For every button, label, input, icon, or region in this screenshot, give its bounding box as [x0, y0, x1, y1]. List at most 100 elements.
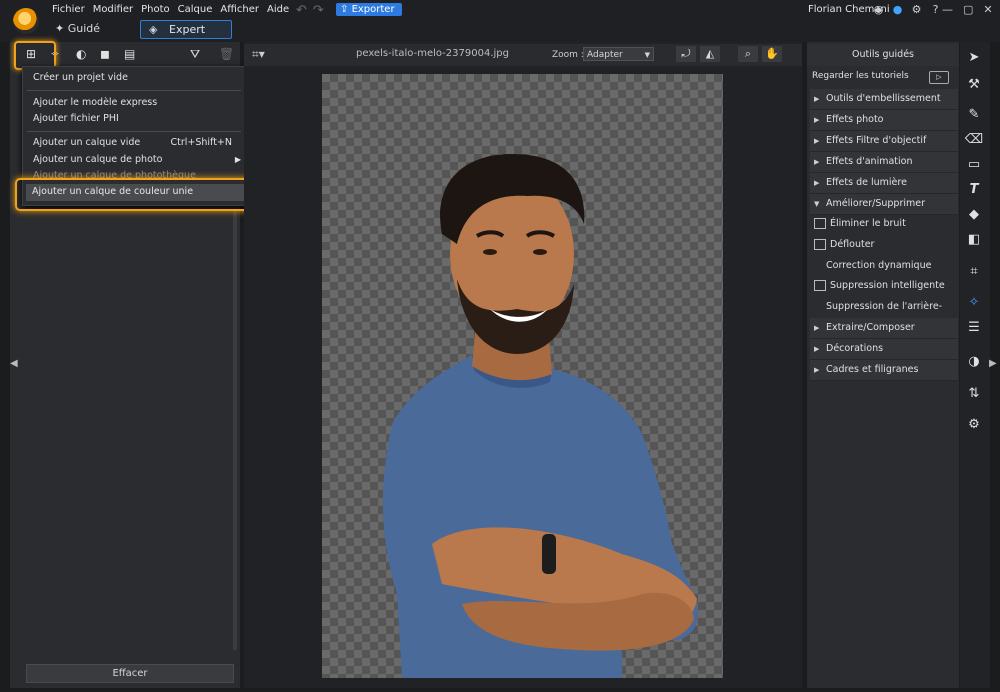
zoom-value: Adapter [587, 50, 623, 60]
menu-aide[interactable]: Aide [267, 4, 297, 15]
zoom-tool-icon[interactable]: ⌕ [738, 46, 758, 62]
gradient-icon[interactable]: ◧ [962, 230, 986, 250]
menu-bar: Fichier Modifier Photo Calque Afficher A… [52, 4, 297, 15]
menu-item-new-project[interactable]: Créer un projet vide [33, 72, 128, 83]
tool-denoise[interactable]: Éliminer le bruit [810, 214, 958, 234]
tool-dynamic-correction[interactable]: Correction dynamique [810, 256, 958, 276]
select-arrow-icon[interactable]: ➤ [962, 48, 986, 68]
photo-canvas[interactable] [322, 74, 723, 678]
category-label: Effets d'animation [826, 156, 913, 167]
expand-icon: ▶ [814, 137, 820, 145]
expand-icon: ▶ [814, 179, 820, 187]
crop-icon[interactable]: ⌗ [962, 262, 986, 282]
category-extract-compose[interactable]: ▶ Extraire/Composer [810, 318, 958, 339]
rectangle-icon[interactable]: ▭ [962, 155, 986, 175]
tool-deblur[interactable]: Déflouter [810, 235, 958, 255]
menu-item-express-template[interactable]: Ajouter le modèle express [33, 97, 157, 108]
undo-redo-icons[interactable]: ↶↷ [296, 3, 330, 18]
tutorials-link[interactable]: Regarder les tutoriels [812, 71, 909, 81]
menu-item-library-layer[interactable]: Ajouter un calque de photothèque [33, 170, 196, 178]
category-frames-watermarks[interactable]: ▶ Cadres et filigranes [810, 360, 958, 381]
app-logo [13, 8, 39, 34]
layers-scrollbar[interactable] [233, 210, 237, 650]
category-animation[interactable]: ▶ Effets d'animation [810, 152, 958, 173]
expert-mode-tab[interactable]: ◈ Expert [140, 20, 232, 39]
close-icon[interactable]: ✕ [983, 3, 992, 16]
category-label: Effets photo [826, 114, 884, 125]
zoom-label: Zoom : [552, 50, 584, 60]
help-icon[interactable]: ? [929, 3, 942, 16]
export-button[interactable]: ⇪ Exporter [336, 3, 402, 16]
expand-icon: ▶ [814, 345, 820, 353]
guided-label: Guidé [67, 22, 101, 35]
brush-icon[interactable]: ✎ [962, 105, 986, 125]
menu-fichier[interactable]: Fichier [52, 4, 93, 15]
trash-icon[interactable]: 🗑 [219, 47, 234, 62]
mask-icon[interactable]: ◼ [100, 47, 110, 62]
menu-photo[interactable]: Photo [141, 4, 178, 15]
zoom-select[interactable]: Adapter ▼ [583, 47, 654, 61]
eraser-icon[interactable]: ⌫ [962, 130, 986, 150]
notification-icon[interactable]: ● [891, 3, 904, 16]
expand-icon: ▶ [814, 366, 820, 374]
tool-label: Éliminer le bruit [830, 218, 906, 229]
adjust-sliders-icon[interactable]: ☰ [962, 318, 986, 338]
gear-icon[interactable]: ⚙ [962, 415, 986, 435]
solid-color-highlight [15, 178, 254, 211]
menu-item-photo-layer[interactable]: Ajouter un calque de photo [33, 154, 162, 165]
tool-label: Suppression intelligente [830, 280, 945, 291]
tool-background-removal[interactable]: Suppression de l'arrière-plan [810, 297, 958, 332]
menu-modifier[interactable]: Modifier [93, 4, 141, 15]
expert-label: Expert [169, 23, 206, 36]
person-photo [382, 154, 698, 678]
tool-smart-removal[interactable]: Suppression intelligente [810, 276, 958, 296]
upload-icon: ⇪ [340, 4, 352, 15]
account-icon[interactable]: ◉ [872, 3, 885, 16]
smart-removal-icon [814, 280, 826, 291]
category-embellishment[interactable]: ▶ Outils d'embellissement [810, 89, 958, 110]
collapse-left-icon[interactable]: ◀ [10, 358, 18, 369]
stamp-icon[interactable]: ⚒ [962, 75, 986, 95]
layer-list-icon[interactable]: ▤ [124, 47, 135, 62]
settings-icon[interactable]: ⚙ [910, 3, 923, 16]
rotate-icon[interactable]: ⤾ [676, 46, 696, 62]
video-icon[interactable]: ▷ [929, 71, 949, 84]
text-icon[interactable]: T [962, 180, 986, 200]
clear-button[interactable]: Effacer [26, 664, 234, 683]
grid-icon[interactable]: ⌗▾ [252, 47, 265, 62]
minimize-icon[interactable]: — [942, 3, 953, 16]
magic-wand-icon[interactable]: ✧ [962, 293, 986, 313]
category-decorations[interactable]: ▶ Décorations [810, 339, 958, 360]
category-light-effects[interactable]: ▶ Effets de lumière [810, 173, 958, 194]
category-label: Extraire/Composer [826, 322, 915, 333]
category-label: Effets de lumière [826, 177, 907, 188]
category-label: Améliorer/Supprimer [826, 198, 925, 209]
menu-item-phi-file[interactable]: Ajouter fichier PHI [33, 113, 119, 124]
guided-tools-title: Outils guidés [807, 44, 959, 66]
category-enhance-remove[interactable]: ▼ Améliorer/Supprimer [810, 194, 958, 215]
tool-label: Correction dynamique [826, 260, 932, 271]
expand-icon: ▶ [814, 324, 820, 332]
category-label: Outils d'embellissement [826, 93, 941, 104]
color-wheel-icon[interactable]: ◑ [962, 352, 986, 372]
transform-icon[interactable]: ⇅ [962, 384, 986, 404]
fill-bucket-icon[interactable]: ◆ [962, 205, 986, 225]
category-photo-effects[interactable]: ▶ Effets photo [810, 110, 958, 131]
category-lens-filters[interactable]: ▶ Effets Filtre d'objectif [810, 131, 958, 152]
category-label: Cadres et filigranes [826, 364, 919, 375]
menu-calque[interactable]: Calque [178, 4, 221, 15]
export-label: Exporter [351, 4, 395, 15]
deblur-icon [814, 239, 826, 250]
collapse-right-icon[interactable]: ▶ [989, 358, 997, 369]
guided-mode-tab[interactable]: ✦ Guidé [55, 22, 100, 35]
maximize-icon[interactable]: ▢ [963, 3, 973, 16]
hand-tool-icon[interactable]: ✋ [762, 46, 782, 62]
adjustment-icon[interactable]: ◐ [76, 47, 86, 62]
menu-afficher[interactable]: Afficher [220, 4, 267, 15]
flip-icon[interactable]: ◭ [700, 46, 720, 62]
filter-icon[interactable]: ⛛ [190, 47, 200, 62]
submenu-arrow-icon: ▶ [234, 155, 241, 164]
expand-icon: ▶ [814, 158, 820, 166]
menu-item-empty-layer[interactable]: Ajouter un calque vide [33, 137, 140, 148]
denoise-icon [814, 218, 826, 229]
